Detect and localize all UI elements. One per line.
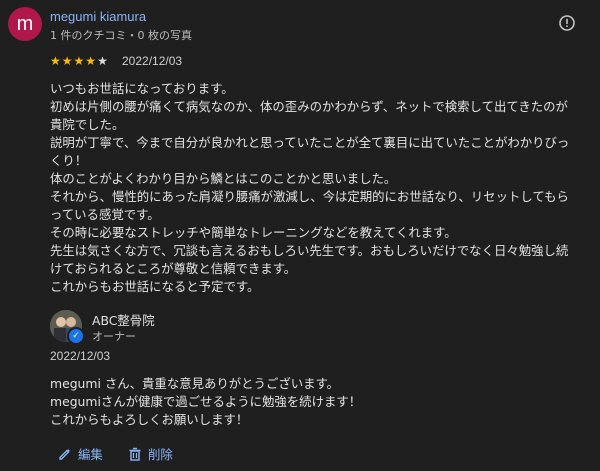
reply-date: 2022/12/03 <box>50 349 111 363</box>
review-line: これからもお世話になると予定です。 <box>50 279 260 294</box>
review-line: その時に必要なストレッチや簡単なトレーニングなどを教えてくれます。 <box>50 225 457 240</box>
review-line: っている感覚です。 <box>50 207 160 222</box>
reviewer-avatar[interactable]: m <box>8 7 42 41</box>
edit-button[interactable]: 編集 <box>58 445 103 463</box>
star-icon: ★ <box>61 54 74 68</box>
edit-label: 編集 <box>78 447 103 462</box>
reviewer-name[interactable]: megumi kiamura <box>50 9 146 24</box>
owner-avatar: ✓ <box>50 310 85 345</box>
review-line: くり！ <box>50 153 88 168</box>
review-line: 初めは片側の腰が痛くて病気なのか、体の歪みのかわからず、ネットで検索して出てきた… <box>50 99 568 114</box>
review-date: 2022/12/03 <box>122 54 183 68</box>
reply-line: これからもよろしくお願いします！ <box>50 412 249 427</box>
star-rating: ★★★★★ <box>50 54 109 68</box>
review-line: けておられるところが尊敬と信頼できます。 <box>50 261 297 276</box>
reviewer-meta: 1 件のクチコミ・0 枚の写真 <box>50 29 192 42</box>
review-line: 先生は気さくな方で、冗談も言えるおもしろい先生です。おもしろいだけでなく日々勉強… <box>50 243 569 258</box>
owner-reply-text: megumi さん、貴重な意見ありがとうございます。 megumiさんが健康で過ご… <box>50 375 590 429</box>
owner-role: オーナー <box>92 330 136 343</box>
delete-label: 削除 <box>148 447 173 462</box>
star-icon: ★ <box>85 54 98 68</box>
star-icon: ★ <box>50 54 62 68</box>
owner-name: ABC整骨院 <box>92 313 155 328</box>
delete-button[interactable]: 削除 <box>128 445 173 463</box>
verified-badge-icon: ✓ <box>67 327 85 345</box>
pencil-icon <box>58 447 72 461</box>
trash-icon <box>128 447 142 461</box>
reply-line: megumi さん、貴重な意見ありがとうございます。 <box>50 376 340 391</box>
review-line: それから、慢性的にあった肩凝り腰痛が激減し、今は定期的にお世話なり、リセットして… <box>50 189 569 204</box>
star-icon: ★ <box>97 54 109 68</box>
review-line: 貴院でした。 <box>50 117 125 132</box>
reply-line: megumiさんが健康で過ごせるように勉強を続けます！ <box>50 394 362 409</box>
star-icon: ★ <box>73 54 86 68</box>
review-text: いつもお世話になっております。初めは片側の腰が痛くて病気なのか、体の歪みのかわか… <box>50 80 590 296</box>
flag-icon[interactable] <box>559 15 575 31</box>
review-line: 体のことがよくわかり目から鱗とはこのことかと思いました。 <box>50 171 397 186</box>
review-line: 説明が丁寧で、今まで自分が良かれと思っていたことが全て裏目に出ていたことがわかり… <box>50 135 570 150</box>
review-line: いつもお世話になっております。 <box>50 81 234 96</box>
